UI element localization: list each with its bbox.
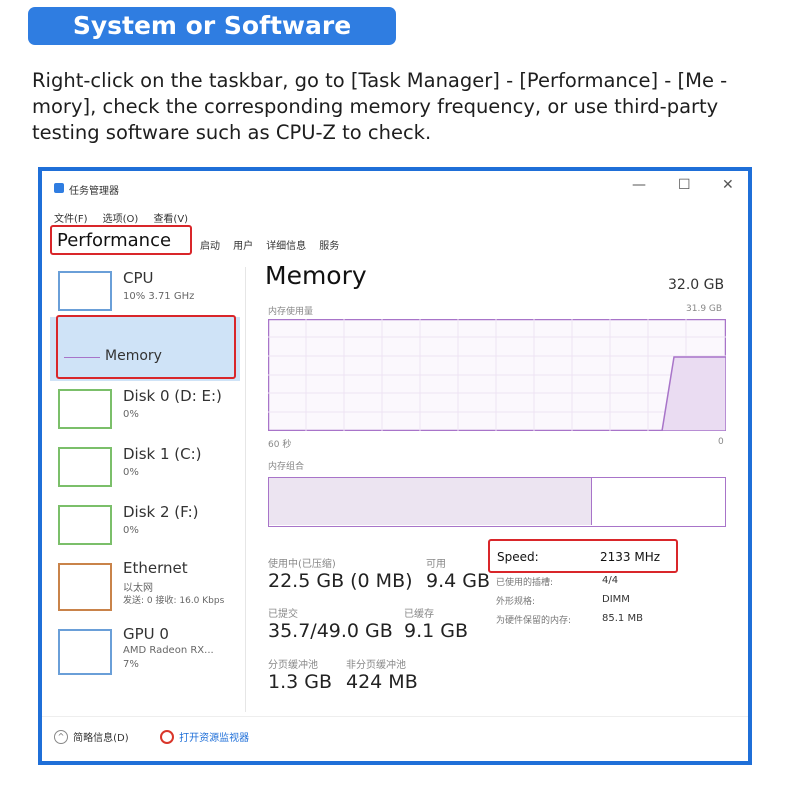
sidebar-item-gpu[interactable]: GPU 0 AMD Radeon RX... 7% <box>50 623 240 681</box>
instruction-text: Right-click on the taskbar, go to [Task … <box>32 69 728 144</box>
tab-strip: 启动 用户 详细信息 服务 <box>200 234 339 252</box>
cached-label: 已缓存 <box>404 609 434 620</box>
sidebar-item-sub: 0% <box>123 409 139 420</box>
window-title: 任务管理器 <box>69 186 119 197</box>
tab-users[interactable]: 用户 <box>233 241 253 252</box>
title-bar: 任务管理器 — ☐ ✕ <box>42 171 748 197</box>
sidebar-item-sub: 0% <box>123 467 139 478</box>
close-button[interactable]: ✕ <box>722 177 734 193</box>
paged-pool-value: 1.3 GB <box>268 671 333 693</box>
resource-monitor-label: 打开资源监视器 <box>179 733 250 744</box>
speed-value: 2133 MHz <box>600 550 661 564</box>
gpu-thumbnail <box>58 629 112 675</box>
cpu-thumbnail <box>58 271 112 311</box>
maximize-button[interactable]: ☐ <box>678 177 691 193</box>
reserved-label: 为硬件保留的内存: <box>496 616 572 626</box>
tab-startup[interactable]: 启动 <box>200 241 220 252</box>
memory-total: 32.0 GB <box>668 277 725 293</box>
page-title: Memory <box>265 261 367 290</box>
in-use-label: 使用中(已压缩) <box>268 559 336 570</box>
committed-value: 35.7/49.0 GB <box>268 620 393 642</box>
graph-time-right: 0 <box>718 437 724 447</box>
sidebar-item-sub: 10% 3.71 GHz <box>123 291 195 302</box>
sidebar-item-disk2[interactable]: Disk 2 (F:) 0% <box>50 499 240 553</box>
sidebar-divider <box>245 267 246 712</box>
sidebar-item-label: GPU 0 <box>123 625 169 643</box>
cached-value: 9.1 GB <box>404 620 469 642</box>
available-label: 可用 <box>426 559 446 570</box>
committed-label: 已提交 <box>268 609 298 620</box>
sidebar-item-memory[interactable]: Memory <box>56 315 236 379</box>
available-value: 9.4 GB <box>426 570 491 592</box>
minimize-button[interactable]: — <box>632 177 646 193</box>
slots-label: 已使用的插槽: <box>496 578 554 588</box>
paged-pool-label: 分页缓冲池 <box>268 660 318 671</box>
chevron-up-icon: ^ <box>54 729 68 744</box>
memory-usage-graph <box>268 319 726 431</box>
in-use-value: 22.5 GB (0 MB) <box>268 570 413 592</box>
disk0-thumbnail <box>58 389 112 429</box>
menu-bar: 文件(F) 选项(O) 查看(V) <box>54 207 188 225</box>
memory-usage-area <box>661 356 726 431</box>
menu-options[interactable]: 选项(O) <box>103 214 139 225</box>
less-details-label: 简略信息(D) <box>73 733 129 744</box>
resource-monitor-icon <box>160 729 174 744</box>
memory-thumbnail <box>64 357 100 358</box>
sidebar-item-sub: 0% <box>123 525 139 536</box>
resource-monitor-link[interactable]: 打开资源监视器 <box>160 726 249 745</box>
tab-performance-label: Performance <box>57 230 172 251</box>
nonpaged-pool-value: 424 MB <box>346 671 418 693</box>
sidebar-item-label: Disk 1 (C:) <box>123 445 202 463</box>
sidebar-item-label: Disk 0 (D: E:) <box>123 387 222 405</box>
sidebar-item-sub: 以太网 <box>123 583 153 594</box>
sidebar-item-label: CPU <box>123 269 154 287</box>
composition-label: 内存组合 <box>268 462 305 472</box>
less-details-button[interactable]: ^ 简略信息(D) <box>54 726 129 745</box>
sidebar-item-label: Disk 2 (F:) <box>123 503 199 521</box>
sidebar-item-label: Ethernet <box>123 559 188 577</box>
menu-view[interactable]: 查看(V) <box>153 214 188 225</box>
sidebar-item-label: Memory <box>105 348 162 364</box>
composition-in-use <box>269 478 592 525</box>
sidebar-item-sub: AMD Radeon RX... <box>123 645 214 656</box>
sidebar-item-sub2: 7% <box>123 659 139 670</box>
graph-time-left: 60 秒 <box>268 440 292 450</box>
form-factor-value: DIMM <box>602 594 630 605</box>
tab-details[interactable]: 详细信息 <box>266 241 306 252</box>
app-icon <box>54 183 64 193</box>
tab-services[interactable]: 服务 <box>319 241 339 252</box>
reserved-value: 85.1 MB <box>602 613 643 624</box>
footer-divider <box>42 716 748 717</box>
task-manager-window: 任务管理器 — ☐ ✕ 文件(F) 选项(O) 查看(V) Performanc… <box>38 167 752 765</box>
form-factor-label: 外形规格: <box>496 597 536 607</box>
disk1-thumbnail <box>58 447 112 487</box>
sidebar-item-disk1[interactable]: Disk 1 (C:) 0% <box>50 441 240 495</box>
ethernet-thumbnail <box>58 563 112 611</box>
tab-performance[interactable]: Performance <box>50 225 192 255</box>
sidebar: CPU 10% 3.71 GHz Memory Disk 0 (D: E:) 0… <box>42 259 242 709</box>
speed-highlight: Speed: 2133 MHz <box>488 539 678 573</box>
memory-composition-bar <box>268 477 726 527</box>
sidebar-item-cpu[interactable]: CPU 10% 3.71 GHz <box>50 263 240 317</box>
sidebar-item-ethernet[interactable]: Ethernet 以太网 发送: 0 接收: 16.0 Kbps <box>50 557 245 617</box>
sidebar-item-disk0[interactable]: Disk 0 (D: E:) 0% <box>50 383 240 437</box>
sidebar-item-sub2: 发送: 0 接收: 16.0 Kbps <box>123 596 225 606</box>
disk2-thumbnail <box>58 505 112 545</box>
speed-label: Speed: <box>497 550 539 564</box>
usage-label: 内存使用量 <box>268 307 314 317</box>
page-banner: System or Software Check <box>28 7 396 78</box>
usage-max: 31.9 GB <box>686 304 723 314</box>
menu-file[interactable]: 文件(F) <box>54 214 88 225</box>
slots-value: 4/4 <box>602 575 619 586</box>
nonpaged-pool-label: 非分页缓冲池 <box>346 660 406 671</box>
